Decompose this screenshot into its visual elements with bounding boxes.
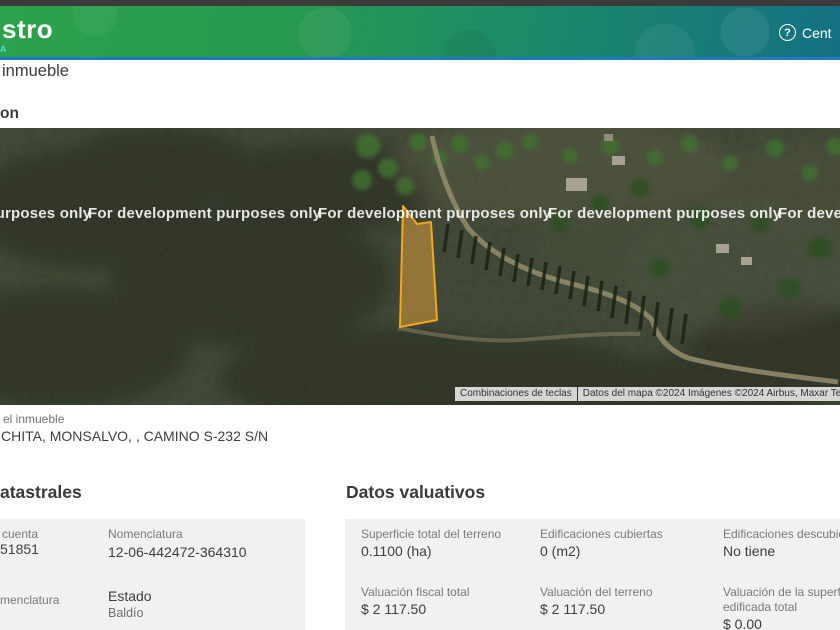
catastro-logo: stro xyxy=(2,14,54,44)
land-valuation-value: $ 2 117.50 xyxy=(540,601,606,617)
uncovered-buildings-value: No tiene xyxy=(723,543,776,559)
help-center-label: Cent xyxy=(802,24,832,41)
cadastral-section-title: atastrales xyxy=(0,482,82,502)
estado-field: Estado Baldío xyxy=(108,589,152,621)
surface-field: Superficie total del terreno 0.1100 (ha) xyxy=(361,527,501,559)
built-surface-valuation-field: Valuación de la superfici edificada tota… xyxy=(723,585,840,630)
parcel-highlight xyxy=(399,205,438,328)
help-center-button[interactable]: ? Cent xyxy=(779,24,832,41)
fiscal-valuation-value: $ 2 117.50 xyxy=(361,601,427,617)
fiscal-valuation-label: Valuación fiscal total xyxy=(361,585,470,599)
estado-label: Estado xyxy=(108,588,152,604)
location-section-title: on xyxy=(0,105,19,122)
keyboard-shortcuts-button[interactable]: Combinaciones de teclas xyxy=(455,387,577,401)
built-surface-valuation-label-line1: Valuación de la superfici xyxy=(723,585,840,599)
dev-watermark: For development purposes only xyxy=(548,205,782,222)
land-valuation-field: Valuación del terreno $ 2 117.50 xyxy=(540,585,653,617)
satellite-map[interactable]: For development purposes only For develo… xyxy=(0,128,840,405)
header-accent-line xyxy=(0,57,840,60)
uncovered-buildings-label: Edificaciones descubier xyxy=(723,527,840,541)
satellite-imagery xyxy=(0,128,840,405)
old-nomenclature-label: menclatura xyxy=(0,593,60,607)
account-field: cuenta xyxy=(2,527,38,542)
surface-label: Superficie total del terreno xyxy=(361,527,502,541)
dev-watermark: For development purposes only xyxy=(88,205,322,222)
nomenclature-label: Nomenclatura xyxy=(108,527,183,541)
map-attribution-text: Datos del mapa ©2024 Imágenes ©2024 Airb… xyxy=(577,387,840,401)
surface-value: 0.1100 (ha) xyxy=(361,543,432,559)
built-surface-valuation-value: $ 0.00 xyxy=(723,616,762,630)
address-value: CHITA, MONSALVO, , CAMINO S-232 S/N xyxy=(1,428,269,444)
address-label: el inmueble xyxy=(3,412,65,426)
dev-watermark: For development purposes only xyxy=(0,205,92,222)
covered-buildings-label: Edificaciones cubiertas xyxy=(540,527,663,541)
fiscal-valuation-field: Valuación fiscal total $ 2 117.50 xyxy=(361,585,470,617)
cadastre-property-page: stro A ? Cent inmueble on urposes only F… xyxy=(0,0,840,630)
dev-watermark: For development purposes only xyxy=(778,205,840,222)
built-surface-valuation-label-line2: edificada total xyxy=(723,600,798,614)
account-value: 51851 xyxy=(0,541,39,557)
nomenclature-value: 12-06-442472-364310 xyxy=(108,544,247,560)
logo-subtitle-fragment: A xyxy=(0,44,7,54)
dev-watermark: For development purposes only xyxy=(318,205,552,222)
uncovered-buildings-field: Edificaciones descubier No tiene xyxy=(723,527,840,559)
nomenclature-field: Nomenclatura 12-06-442472-364310 xyxy=(108,527,247,560)
question-circle-icon: ? xyxy=(779,24,796,41)
valuation-section-title: Datos valuativos xyxy=(346,482,486,502)
covered-buildings-value: 0 (m2) xyxy=(540,543,581,559)
app-header xyxy=(0,6,840,57)
covered-buildings-field: Edificaciones cubiertas 0 (m2) xyxy=(540,527,663,559)
page-title: inmueble xyxy=(2,62,69,80)
estado-value: Baldío xyxy=(108,606,144,620)
land-valuation-label: Valuación del terreno xyxy=(540,585,653,599)
map-attribution-bar: Combinaciones de teclas Datos del mapa ©… xyxy=(455,387,840,401)
account-label: cuenta xyxy=(2,527,39,541)
